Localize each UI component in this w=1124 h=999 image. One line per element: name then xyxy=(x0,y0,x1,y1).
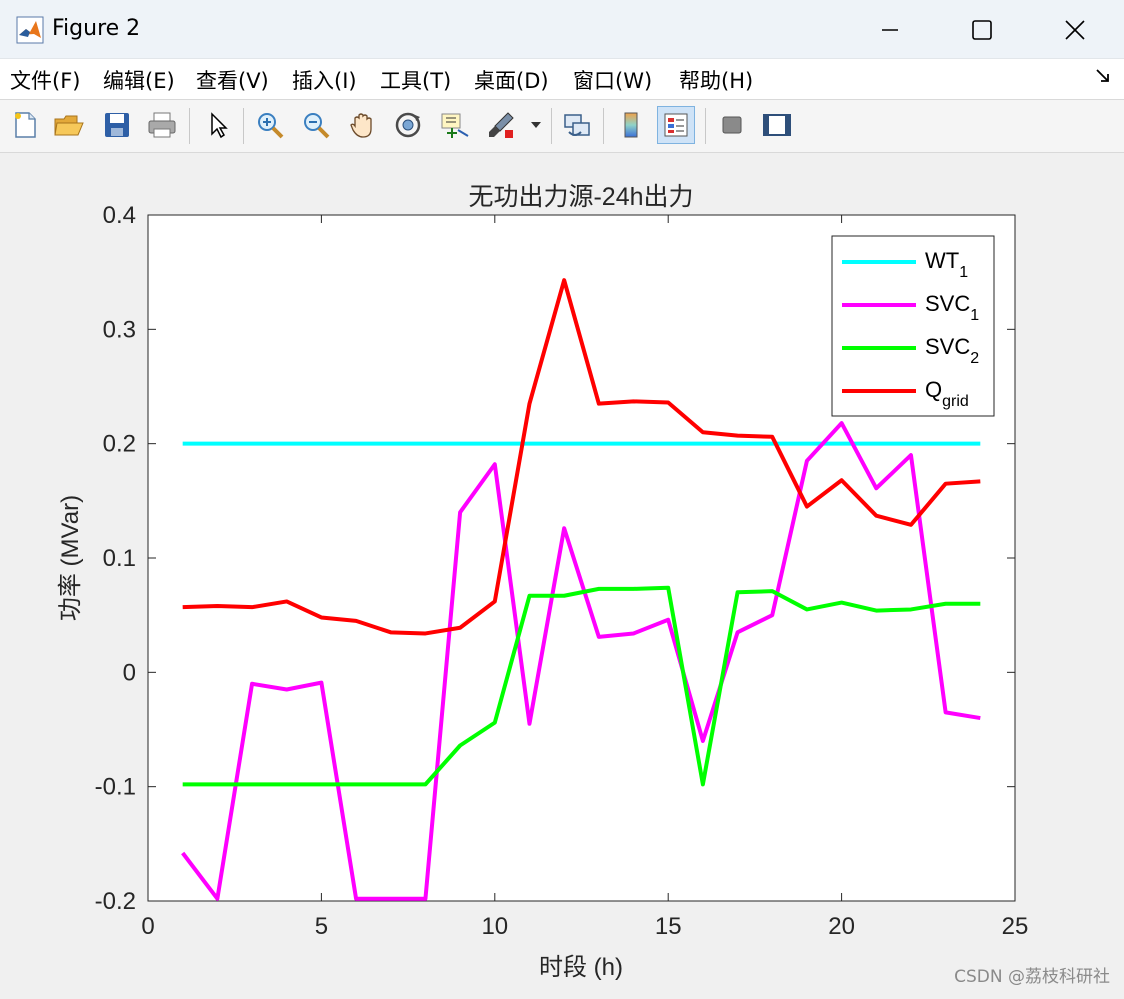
x-tick-label: 10 xyxy=(481,913,508,940)
toolbar-separator xyxy=(243,108,244,144)
data-cursor-icon[interactable] xyxy=(435,106,473,144)
close-button[interactable] xyxy=(1051,12,1099,48)
y-tick-label: 0.2 xyxy=(103,431,136,458)
menu-help[interactable]: 帮助(H) xyxy=(679,65,753,95)
window-titlebar: Figure 2 xyxy=(0,0,1124,59)
toolbar-separator xyxy=(189,108,190,144)
colorbar-icon[interactable] xyxy=(612,106,650,144)
zoom-in-icon[interactable] xyxy=(251,106,289,144)
menu-tools[interactable]: 工具(T) xyxy=(380,65,451,95)
new-file-icon[interactable] xyxy=(6,106,44,144)
x-tick-label: 20 xyxy=(828,913,855,940)
y-tick-label: -0.2 xyxy=(95,888,136,915)
figure-toolbar xyxy=(0,100,1124,153)
brush-dropdown-chevron-icon[interactable] xyxy=(526,106,546,144)
legend-icon[interactable] xyxy=(657,106,695,144)
maximize-button[interactable] xyxy=(958,12,1006,48)
x-tick-label: 15 xyxy=(655,913,682,940)
chart-title: 无功出力源-24h出力 xyxy=(468,183,693,211)
figure-canvas: 无功出力源-24h出力 时段 (h) 功率 (MVar) 0 5 10 15 20 25 -… xyxy=(0,153,1124,995)
y-tick-label: 0.3 xyxy=(103,316,136,343)
y-tick-label: 0 xyxy=(123,659,136,686)
x-tick-label: 5 xyxy=(315,913,328,940)
menu-desktop[interactable]: 桌面(D) xyxy=(474,65,549,95)
open-folder-icon[interactable] xyxy=(50,106,88,144)
pan-icon[interactable] xyxy=(343,106,381,144)
pointer-icon[interactable] xyxy=(199,106,237,144)
menu-bar: 文件(F) 编辑(E) 查看(V) 插入(I) 工具(T) 桌面(D) 窗口(W… xyxy=(0,59,1124,100)
window-title: Figure 2 xyxy=(52,16,141,41)
zoom-out-icon[interactable] xyxy=(297,106,335,144)
print-icon[interactable] xyxy=(143,106,181,144)
menu-file[interactable]: 文件(F) xyxy=(10,65,80,95)
x-tick-label: 25 xyxy=(1002,913,1029,940)
line-chart: 无功出力源-24h出力 时段 (h) 功率 (MVar) 0 5 10 15 20 25 -… xyxy=(57,183,1029,981)
matlab-logo-icon xyxy=(16,16,44,44)
toolbar-separator xyxy=(603,108,604,144)
toolbar-separator xyxy=(705,108,706,144)
menu-edit[interactable]: 编辑(E) xyxy=(103,65,175,95)
x-tick-label: 0 xyxy=(141,913,154,940)
link-plot-icon[interactable] xyxy=(558,106,596,144)
hide-plot-tools-icon[interactable] xyxy=(713,106,751,144)
toolbar-separator xyxy=(551,108,552,144)
y-axis-label: 功率 (MVar) xyxy=(57,495,84,621)
y-tick-label: -0.1 xyxy=(95,774,136,801)
legend: WT1SVC1SVC2Qgrid xyxy=(831,235,995,417)
rotate-3d-icon[interactable] xyxy=(389,106,427,144)
minimize-button[interactable] xyxy=(866,12,914,48)
menu-insert[interactable]: 插入(I) xyxy=(292,65,357,95)
y-tick-label: 0.4 xyxy=(103,202,136,229)
undock-arrow-icon[interactable] xyxy=(1094,67,1112,85)
show-plot-tools-icon[interactable] xyxy=(758,106,796,144)
menu-window[interactable]: 窗口(W) xyxy=(573,65,652,95)
brush-icon[interactable] xyxy=(482,106,520,144)
x-axis-label: 时段 (h) xyxy=(539,954,623,981)
watermark: CSDN @荔枝科研社 xyxy=(954,967,1110,987)
menu-view[interactable]: 查看(V) xyxy=(196,65,269,95)
y-tick-label: 0.1 xyxy=(103,545,136,572)
save-icon[interactable] xyxy=(98,106,136,144)
